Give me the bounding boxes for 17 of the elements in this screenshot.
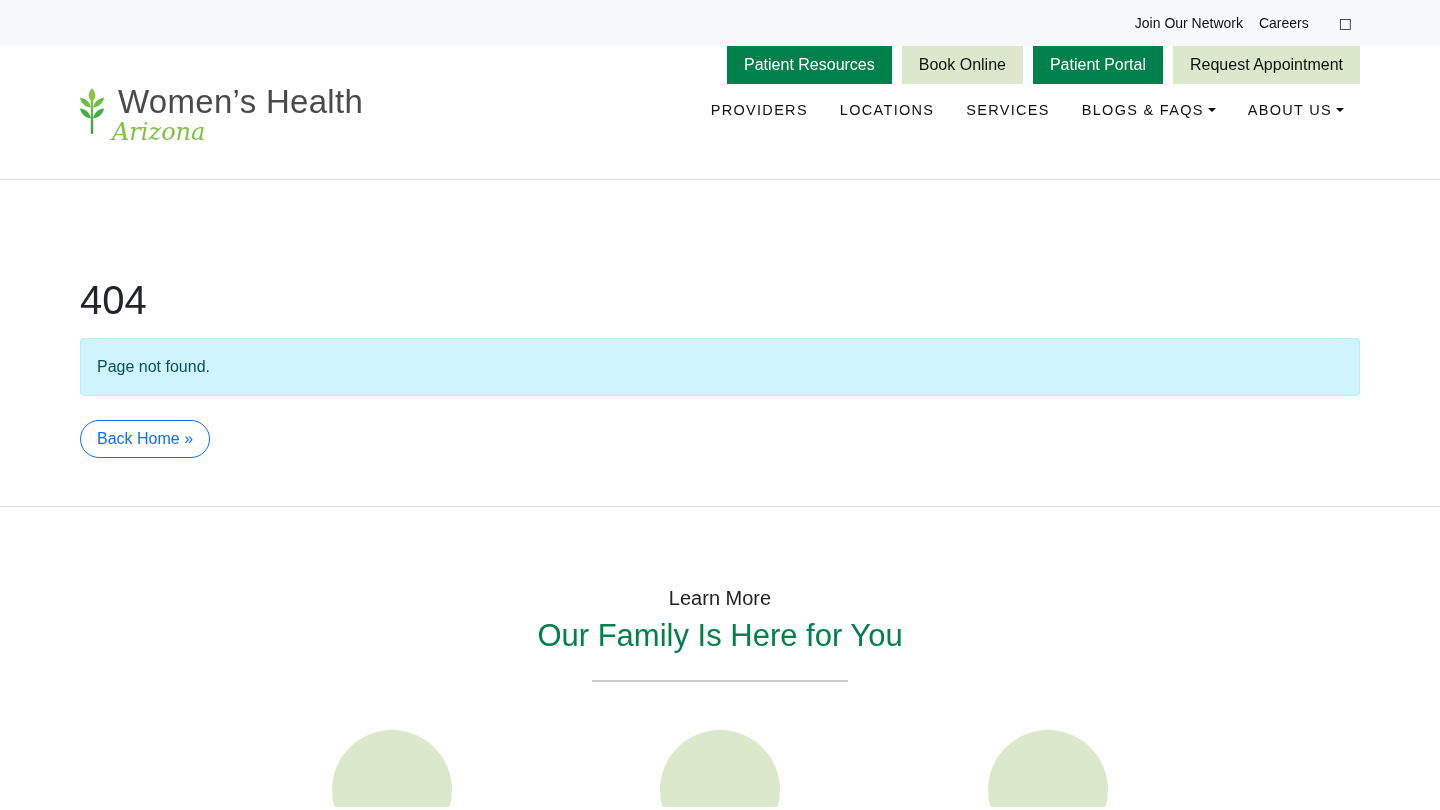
action-button[interactable]: Book Online (901, 46, 1023, 84)
top-link[interactable]: Join Our Network (1134, 15, 1243, 31)
action-button[interactable]: Patient Portal (1032, 46, 1163, 84)
nav-link[interactable]: LOCATIONS (839, 102, 935, 118)
action-button[interactable]: Request Appointment (1173, 46, 1360, 84)
nav-link[interactable]: SERVICES (966, 102, 1050, 118)
top-link[interactable]: Careers (1258, 15, 1309, 31)
nav-link[interactable]: ABOUT US (1247, 102, 1344, 118)
section-eyebrow: Learn More (668, 587, 772, 610)
action-button[interactable]: Patient Resources (727, 46, 892, 84)
square-glyph[interactable]: □ (1338, 15, 1352, 31)
section-heading: Our Family Is Here for You (537, 618, 903, 654)
error-alert: Page not found. (80, 338, 1360, 396)
nav-link[interactable]: BLOGS & FAQS (1081, 102, 1216, 118)
error-code: 404 (80, 280, 148, 320)
nav-link[interactable]: PROVIDERS (710, 102, 808, 118)
logo-name[interactable]: Women’s Health (118, 85, 364, 119)
